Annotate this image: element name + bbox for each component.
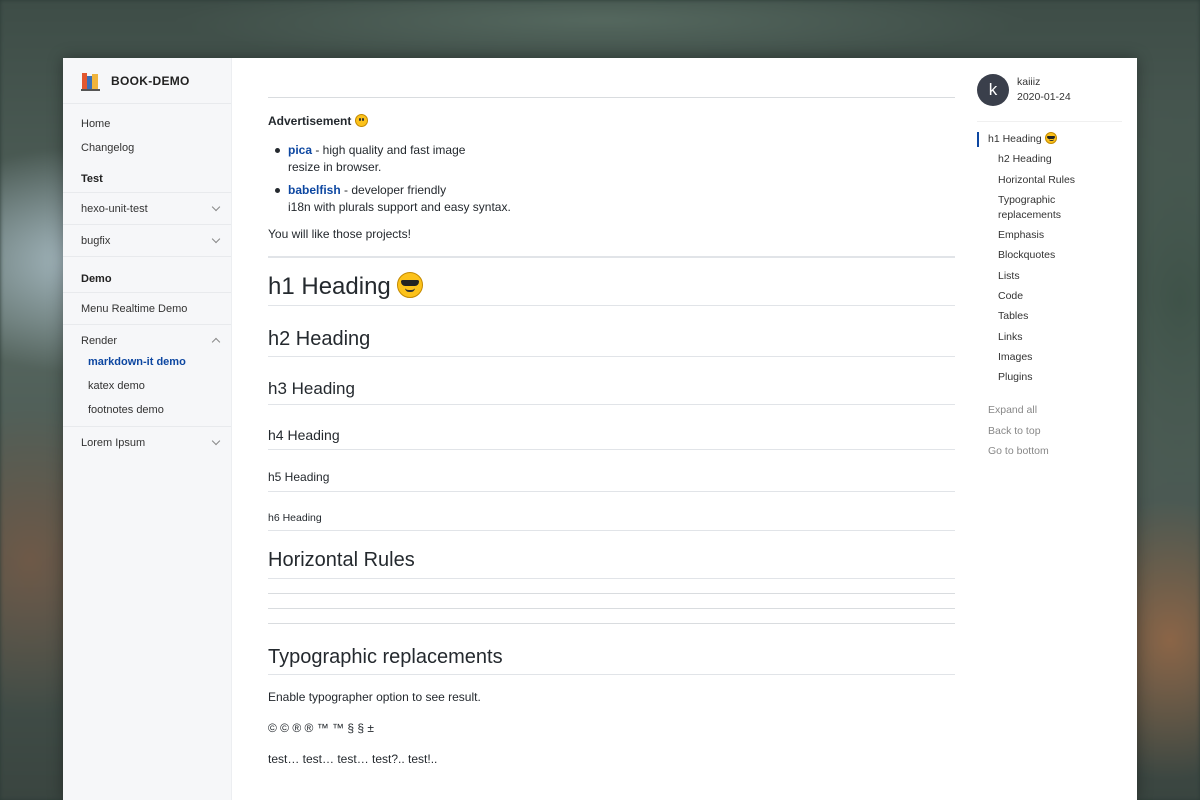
- project-desc: - high quality and fast image: [312, 143, 466, 157]
- brand-name: BOOK-DEMO: [111, 73, 190, 88]
- chevron-down-icon: [211, 202, 221, 212]
- sidebar-group-hexo-unit-test[interactable]: hexo-unit-test: [63, 192, 231, 224]
- left-sidebar: BOOK-DEMO Home Changelog Test hexo-unit-…: [63, 58, 232, 800]
- back-to-top-link[interactable]: Back to top: [977, 424, 1122, 439]
- project-list: pica - high quality and fast image resiz…: [268, 142, 955, 216]
- sidebar-group-lorem-ipsum[interactable]: Lorem Ipsum: [63, 426, 231, 458]
- toc-list: h1 Heading h2 Heading Horizontal Rules T…: [977, 132, 1122, 385]
- toc-item-typographic-replacements[interactable]: Typographic replacements: [977, 193, 1077, 223]
- sidebar-item-label: Menu Realtime Demo: [81, 302, 188, 315]
- avatar[interactable]: k: [977, 73, 1009, 106]
- sidebar-item-menu-realtime-demo[interactable]: Menu Realtime Demo: [63, 292, 231, 324]
- paragraph-symbols: © © ® ® ™ ™ § § ±: [268, 721, 374, 735]
- sidebar-item-footnotes-demo[interactable]: footnotes demo: [63, 398, 231, 422]
- author-name[interactable]: kaiiiz: [1017, 75, 1071, 90]
- heading-h6: h6 Heading: [268, 512, 955, 531]
- heading-h2: h2 Heading: [268, 328, 955, 357]
- toc-item-emphasis[interactable]: Emphasis: [977, 228, 1122, 243]
- table-of-contents: k kaiiiz 2020-01-24 h1 Heading h2 Headin…: [977, 58, 1122, 800]
- go-to-bottom-link[interactable]: Go to bottom: [977, 444, 1122, 459]
- toc-item-label: h1 Heading: [988, 133, 1042, 145]
- browser-page: BOOK-DEMO Home Changelog Test hexo-unit-…: [63, 58, 1137, 800]
- sunglasses-face-icon: [397, 272, 424, 298]
- expand-all-link[interactable]: Expand all: [977, 403, 1122, 418]
- toc-item-horizontal-rules[interactable]: Horizontal Rules: [977, 173, 1122, 188]
- toc-item-code[interactable]: Code: [977, 289, 1122, 304]
- toc-item-images[interactable]: Images: [977, 350, 1122, 365]
- sidebar-nav: Home Changelog Test hexo-unit-test bugfi…: [63, 104, 231, 458]
- sidebar-group-label: bugfix: [81, 234, 111, 247]
- sidebar-group-label: Lorem Ipsum: [81, 436, 146, 449]
- toc-item-h1-heading[interactable]: h1 Heading: [977, 132, 1122, 147]
- paragraph-ellipsis-test: test… test… test… test?.. test!..: [268, 752, 438, 766]
- sidebar-item-katex-demo[interactable]: katex demo: [63, 374, 231, 398]
- toc-actions: Expand all Back to top Go to bottom: [977, 403, 1122, 459]
- sidebar-group-label: hexo-unit-test: [81, 202, 148, 215]
- toc-item-lists[interactable]: Lists: [977, 269, 1122, 284]
- list-item: pica - high quality and fast image resiz…: [268, 142, 955, 176]
- page-scrollbar[interactable]: [1134, 58, 1137, 800]
- sidebar-group-label: Render: [81, 334, 118, 347]
- horizontal-rule: [268, 623, 955, 624]
- paragraph-typographer-note: Enable typographer option to see result.: [268, 690, 481, 704]
- horizontal-rule: [268, 256, 955, 258]
- heading-h5: h5 Heading: [268, 470, 955, 492]
- paragraph-like: You will like those projects!: [268, 227, 411, 241]
- sunglasses-face-icon: [1044, 132, 1057, 144]
- chevron-down-icon: [211, 234, 221, 244]
- toc-item-plugins[interactable]: Plugins: [977, 370, 1122, 385]
- heading-text: h1 Heading: [268, 273, 391, 300]
- project-link-babelfish[interactable]: babelfish: [288, 183, 341, 197]
- sidebar-section-demo: Demo: [81, 273, 112, 285]
- heading-horizontal-rules: Horizontal Rules: [268, 549, 955, 579]
- toc-item-links[interactable]: Links: [977, 330, 1122, 345]
- advertisement-title: Advertisement: [268, 114, 955, 128]
- heading-typographic-replacements: Typographic replacements: [268, 646, 955, 675]
- toc-item-blockquotes[interactable]: Blockquotes: [977, 248, 1122, 263]
- project-desc-cont: i18n with plurals support and easy synta…: [288, 200, 511, 214]
- horizontal-rule: [268, 608, 955, 609]
- heading-h1: h1 Heading: [268, 272, 955, 306]
- sidebar-item-changelog[interactable]: Changelog: [63, 136, 231, 160]
- smiling-face-icon: [354, 114, 368, 127]
- sidebar-item-markdown-it-demo[interactable]: markdown-it demo: [63, 350, 231, 374]
- project-link-pica[interactable]: pica: [288, 143, 312, 157]
- project-desc-cont: resize in browser.: [288, 160, 382, 174]
- heading-h3: h3 Heading: [268, 379, 955, 405]
- horizontal-rule: [268, 593, 955, 594]
- brand-header[interactable]: BOOK-DEMO: [63, 58, 231, 104]
- list-item: babelfish - developer friendly i18n with…: [268, 182, 955, 216]
- sidebar-section-test: Test: [81, 173, 103, 185]
- author-meta: kaiiiz 2020-01-24: [1017, 75, 1071, 105]
- toc-item-h2-heading[interactable]: h2 Heading: [977, 152, 1122, 167]
- post-date: 2020-01-24: [1017, 90, 1071, 103]
- project-desc: - developer friendly: [340, 183, 447, 197]
- heading-h4: h4 Heading: [268, 427, 955, 450]
- sidebar-item-home[interactable]: Home: [63, 112, 231, 136]
- sidebar-group-bugfix[interactable]: bugfix: [63, 224, 231, 256]
- advertisement-label: Advertisement: [268, 114, 352, 128]
- author-card: k kaiiiz 2020-01-24: [977, 58, 1122, 122]
- toc-item-tables[interactable]: Tables: [977, 309, 1122, 324]
- chevron-down-icon: [211, 436, 221, 446]
- horizontal-rule: [268, 97, 955, 98]
- chevron-up-icon: [211, 337, 221, 347]
- books-icon: [81, 71, 101, 91]
- article-content: Advertisement pica - high quality and fa…: [268, 58, 955, 800]
